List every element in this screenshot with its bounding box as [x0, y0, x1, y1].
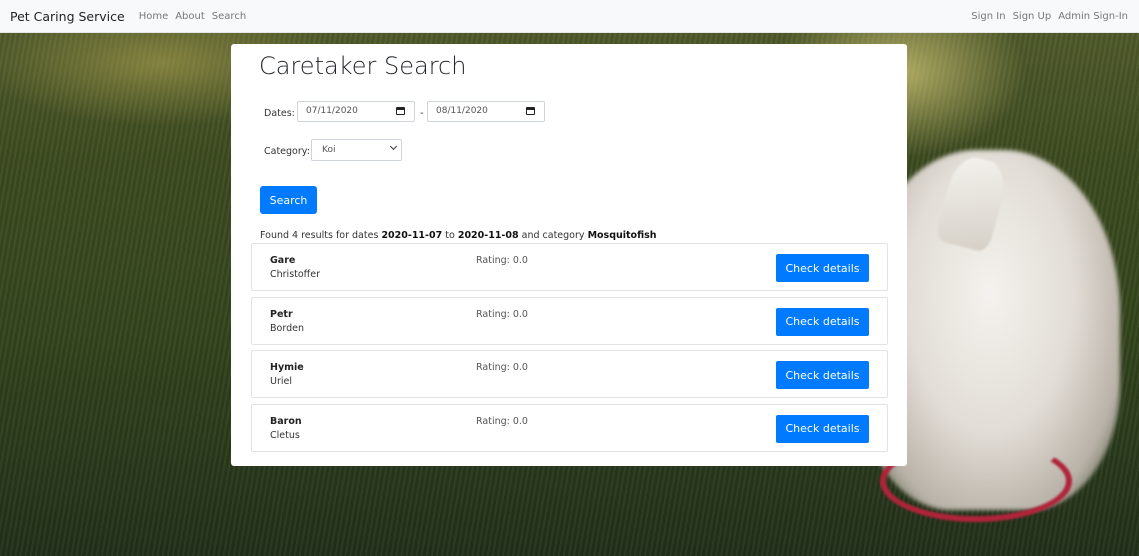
page-title: Caretaker Search [259, 52, 467, 80]
nav-about-link[interactable]: About [175, 11, 205, 22]
results-summary: Found 4 results for dates 2020-11-07 to … [260, 230, 657, 241]
caretaker-rating: Rating: 0.0 [476, 362, 528, 373]
caretaker-last-name: Borden [270, 322, 304, 334]
end-date-input[interactable]: 08/11/2020 [427, 101, 545, 122]
check-details-button[interactable]: Check details [776, 361, 869, 389]
summary-category: Mosquitofish [587, 230, 657, 241]
end-date-value: 08/11/2020 [436, 106, 488, 116]
results-list: Gare Christoffer Rating: 0.0 Check detai… [251, 243, 888, 457]
nav-search-link[interactable]: Search [212, 11, 246, 22]
navbar: Pet Caring Service Home About Search Sig… [0, 0, 1139, 33]
summary-to-date: 2020-11-08 [457, 230, 519, 241]
start-date-value: 07/11/2020 [306, 106, 358, 116]
caretaker-last-name: Cletus [270, 429, 300, 441]
check-details-button[interactable]: Check details [776, 307, 869, 336]
date-separator: - [420, 108, 424, 119]
caretaker-rating: Rating: 0.0 [476, 255, 528, 266]
caretaker-first-name: Hymie [270, 362, 304, 373]
nav-auth-links: Sign In Sign Up Admin Sign-In [971, 0, 1139, 33]
summary-to-word: to [445, 230, 455, 241]
caretaker-first-name: Gare [270, 255, 296, 266]
brand-link[interactable]: Pet Caring Service [10, 9, 125, 24]
check-details-button[interactable]: Check details [776, 254, 869, 282]
search-card: Caretaker Search Dates: 07/11/2020 - 08/… [231, 44, 907, 466]
caretaker-last-name: Christoffer [270, 269, 320, 280]
caretaker-first-name: Petr [270, 308, 293, 320]
list-item: Gare Christoffer Rating: 0.0 Check detai… [251, 243, 888, 291]
caretaker-rating: Rating: 0.0 [476, 415, 528, 427]
dates-label: Dates: [264, 108, 295, 119]
nav-home-link[interactable]: Home [139, 11, 169, 22]
category-label: Category: [264, 146, 310, 157]
category-select[interactable]: Koi [311, 139, 402, 161]
search-button[interactable]: Search [260, 186, 317, 214]
category-selected-value: Koi [322, 145, 336, 155]
caretaker-rating: Rating: 0.0 [476, 308, 528, 320]
list-item: Petr Borden Rating: 0.0 Check details [251, 296, 888, 345]
sign-in-link[interactable]: Sign In [971, 11, 1005, 22]
caretaker-first-name: Baron [270, 415, 302, 427]
list-item: Hymie Uriel Rating: 0.0 Check details [251, 350, 888, 398]
summary-prefix: Found 4 results for dates [260, 230, 379, 241]
admin-sign-in-link[interactable]: Admin Sign-In [1058, 11, 1128, 22]
summary-from-date: 2020-11-07 [381, 230, 443, 241]
check-details-button[interactable]: Check details [776, 414, 869, 443]
calendar-icon[interactable] [396, 107, 405, 115]
start-date-input[interactable]: 07/11/2020 [297, 101, 415, 122]
chevron-down-icon [389, 142, 398, 151]
sign-up-link[interactable]: Sign Up [1013, 11, 1052, 22]
dog-collar-image [880, 440, 1072, 522]
summary-category-word: and category [521, 230, 585, 241]
nav-links: Home About Search [139, 11, 253, 22]
list-item: Baron Cletus Rating: 0.0 Check details [251, 403, 888, 452]
calendar-icon[interactable] [526, 107, 535, 115]
caretaker-last-name: Uriel [270, 376, 292, 387]
